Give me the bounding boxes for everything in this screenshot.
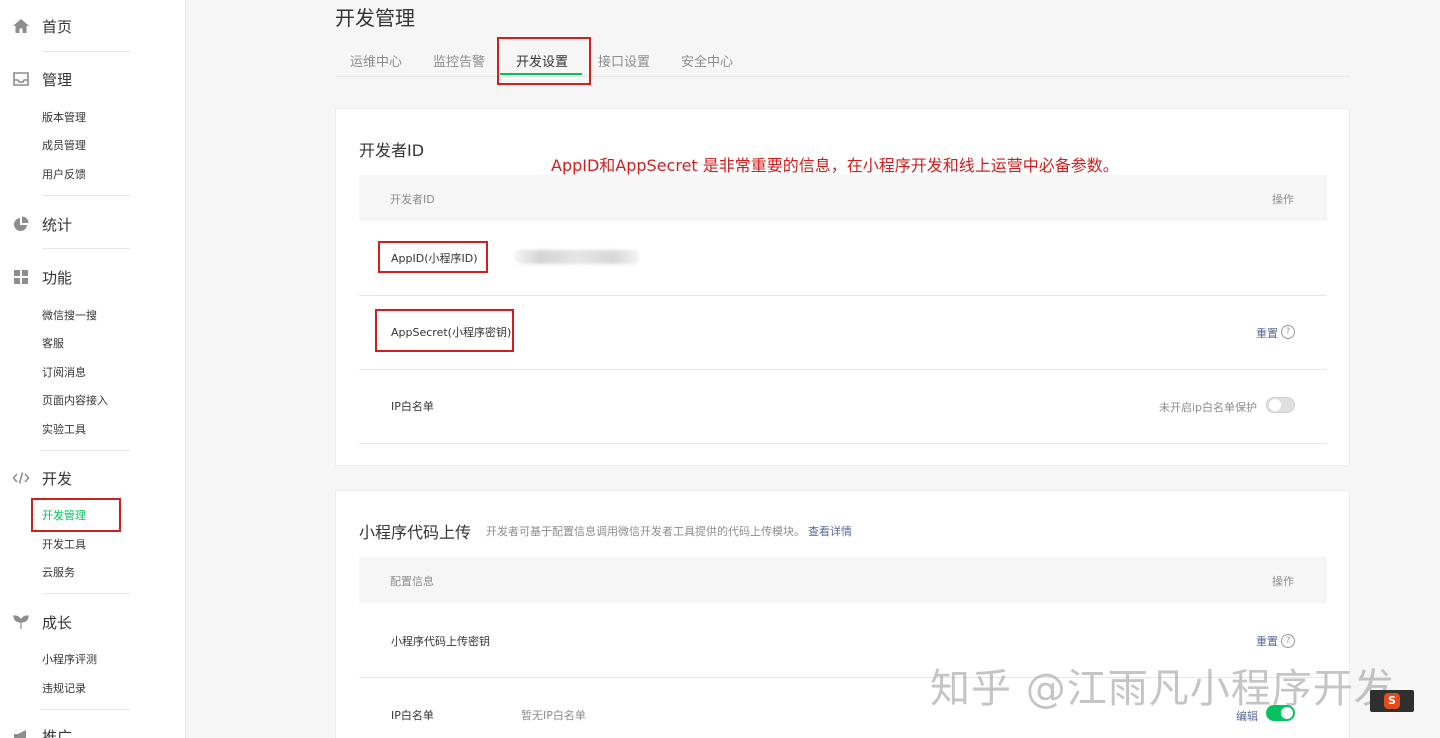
- sidebar-growth-title: 成长: [42, 613, 73, 632]
- watermark: 知乎 @江雨凡小程序开发: [930, 666, 1395, 712]
- help-icon[interactable]: ?: [1281, 634, 1295, 648]
- page-title: 开发管理: [335, 6, 415, 30]
- code-upload-description: 开发者可基于配置信息调用微信开发者工具提供的代码上传模块。: [486, 525, 805, 538]
- sidebar-item-home[interactable]: 首页: [0, 14, 186, 38]
- upload-ip-value: 暂无IP白名单: [521, 709, 586, 722]
- sidebar-section-features[interactable]: 功能: [0, 265, 186, 289]
- sprout-icon: [12, 613, 30, 631]
- sidebar-divider: [42, 709, 130, 710]
- sidebar-item-subscribe[interactable]: 订阅消息: [42, 365, 86, 381]
- appid-value-redacted: [515, 250, 639, 264]
- grid-icon: [12, 268, 30, 286]
- sidebar-divider: [42, 248, 130, 249]
- ip-whitelist-label: IP白名单: [391, 400, 434, 413]
- tab-bar: 运维中心 监控告警 开发设置 接口设置 安全中心: [335, 40, 1350, 77]
- tab-ops[interactable]: 运维中心: [350, 51, 402, 70]
- sidebar-section-promote[interactable]: 推广: [0, 724, 186, 738]
- upload-ip-label: IP白名单: [391, 709, 434, 722]
- megaphone-icon: [12, 727, 30, 738]
- upload-key-label: 小程序代码上传密钥: [391, 635, 490, 648]
- sidebar-item-feedback[interactable]: 用户反馈: [42, 167, 86, 183]
- help-icon[interactable]: ?: [1281, 325, 1295, 339]
- code-upload-title: 小程序代码上传: [359, 523, 472, 542]
- sidebar-item-content[interactable]: 页面内容接入: [42, 393, 108, 409]
- sidebar-features-title: 功能: [42, 268, 73, 287]
- sidebar-divider: [42, 593, 130, 594]
- code-upload-table-header: 配置信息 操作: [359, 557, 1327, 603]
- column-header-name: 开发者ID: [390, 193, 435, 206]
- home-icon: [12, 17, 30, 35]
- column-header-action: 操作: [1272, 575, 1294, 588]
- column-header-config: 配置信息: [390, 575, 434, 588]
- row-divider: [359, 443, 1327, 444]
- ime-tray[interactable]: S: [1370, 690, 1414, 712]
- sidebar-section-manage[interactable]: 管理: [0, 67, 186, 91]
- tab-api-settings[interactable]: 接口设置: [598, 51, 650, 70]
- sidebar-promote-title: 推广: [42, 727, 73, 738]
- appsecret-reset-link[interactable]: 重置: [1256, 325, 1278, 341]
- sidebar-home-label: 首页: [42, 17, 73, 36]
- code-icon: [12, 469, 30, 487]
- annotation-box-tab: [497, 37, 591, 85]
- sidebar-item-evaluation[interactable]: 小程序评测: [42, 652, 97, 668]
- ip-whitelist-toggle[interactable]: [1266, 397, 1295, 413]
- sidebar-item-search[interactable]: 微信搜一搜: [42, 308, 97, 324]
- row-divider: [359, 369, 1327, 370]
- sidebar-item-dev-tools[interactable]: 开发工具: [42, 537, 86, 553]
- sidebar-divider: [42, 450, 130, 451]
- sidebar-item-service[interactable]: 客服: [42, 336, 64, 352]
- sidebar-item-lab[interactable]: 实验工具: [42, 422, 86, 438]
- sidebar-manage-title: 管理: [42, 70, 73, 89]
- annotation-note: AppID和AppSecret 是非常重要的信息，在小程序开发和线上运营中必备参…: [551, 156, 1119, 175]
- developer-id-table-header: 开发者ID 操作: [359, 175, 1327, 221]
- pie-chart-icon: [12, 215, 30, 233]
- sidebar-item-version[interactable]: 版本管理: [42, 110, 86, 126]
- sidebar-section-stats[interactable]: 统计: [0, 212, 186, 236]
- sidebar-section-dev[interactable]: 开发: [0, 466, 186, 490]
- inbox-icon: [12, 70, 30, 88]
- ip-whitelist-status: 未开启ip白名单保护: [1159, 401, 1258, 414]
- column-header-action: 操作: [1272, 193, 1294, 206]
- annotation-box-appid: [378, 241, 488, 273]
- sidebar-divider: [42, 51, 130, 52]
- annotation-box-appsecret: [375, 309, 514, 352]
- tab-security[interactable]: 安全中心: [681, 51, 733, 70]
- upload-key-reset-link[interactable]: 重置: [1256, 633, 1278, 649]
- row-divider: [359, 295, 1327, 296]
- developer-id-title: 开发者ID: [359, 141, 425, 160]
- tab-monitor[interactable]: 监控告警: [433, 51, 485, 70]
- ime-logo-icon: S: [1384, 693, 1400, 709]
- sidebar-item-cloud[interactable]: 云服务: [42, 565, 75, 581]
- toggle-knob: [1269, 399, 1281, 411]
- sidebar-item-members[interactable]: 成员管理: [42, 138, 86, 154]
- view-details-link[interactable]: 查看详情: [808, 523, 852, 539]
- sidebar-section-growth[interactable]: 成长: [0, 610, 186, 634]
- sidebar: 首页 管理 版本管理 成员管理 用户反馈 统计 功能 微信搜一搜 客服 订阅消息…: [0, 0, 186, 738]
- sidebar-stats-title: 统计: [42, 215, 73, 234]
- sidebar-divider: [42, 195, 130, 196]
- annotation-box-sidebar: [31, 498, 121, 532]
- sidebar-item-violations[interactable]: 违规记录: [42, 681, 86, 697]
- sidebar-dev-title: 开发: [42, 469, 73, 488]
